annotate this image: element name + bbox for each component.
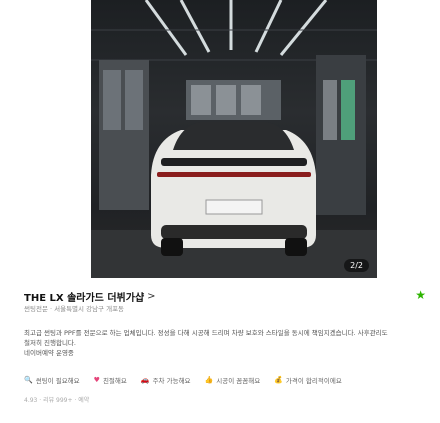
review-tag[interactable]: 💰 가격이 합리적이에요: [274, 375, 342, 385]
car-icon: 🚗: [140, 376, 150, 384]
review-tag[interactable]: ♥ 친절해요: [94, 375, 127, 385]
thumbs-up-icon: 👍: [204, 376, 214, 384]
chevron-right-icon: >: [147, 291, 156, 302]
review-tag[interactable]: 👍 시공이 꼼꼼해요: [205, 375, 261, 385]
review-tag[interactable]: 🔍 썬팅이 필요해요: [24, 375, 80, 385]
review-tags: 🔍 썬팅이 필요해요 ♥ 친절해요 🚗 주차 가능해요 👍 시공이 꼼꼼해요 💰 가격이 …: [24, 375, 342, 385]
description-line: 최고급 썬팅과 PPF를 전문으로 하는 업체입니다. 정성을 다해 시공해 드…: [24, 329, 388, 337]
description-line: 네이버예약 운영중: [24, 349, 74, 357]
photo-counter: 2/2: [344, 259, 369, 272]
star-icon[interactable]: ★: [415, 288, 426, 302]
money-icon: 💰: [274, 376, 283, 384]
heart-icon: ♥: [93, 376, 100, 384]
place-meta: 4.93 · 리뷰 999+ · 예약: [24, 397, 90, 404]
place-subtitle: 썬팅전문 · 서울특별시 강남구 개포동: [24, 305, 125, 313]
place-description: 최고급 썬팅과 PPF를 전문으로 하는 업체입니다. 정성을 다해 시공해 드…: [24, 328, 424, 358]
search-icon: 🔍: [24, 376, 33, 384]
description-line: 철저히 진행합니다.: [24, 339, 76, 347]
review-tag[interactable]: 🚗 주차 가능해요: [141, 375, 191, 385]
place-photo[interactable]: 2/2: [91, 0, 377, 278]
place-title: THE LX 솔라가드 더뷔가샵: [24, 293, 145, 304]
place-title-link[interactable]: THE LX 솔라가드 더뷔가샵 >: [24, 289, 156, 304]
car-photo-illustration: [91, 0, 377, 278]
